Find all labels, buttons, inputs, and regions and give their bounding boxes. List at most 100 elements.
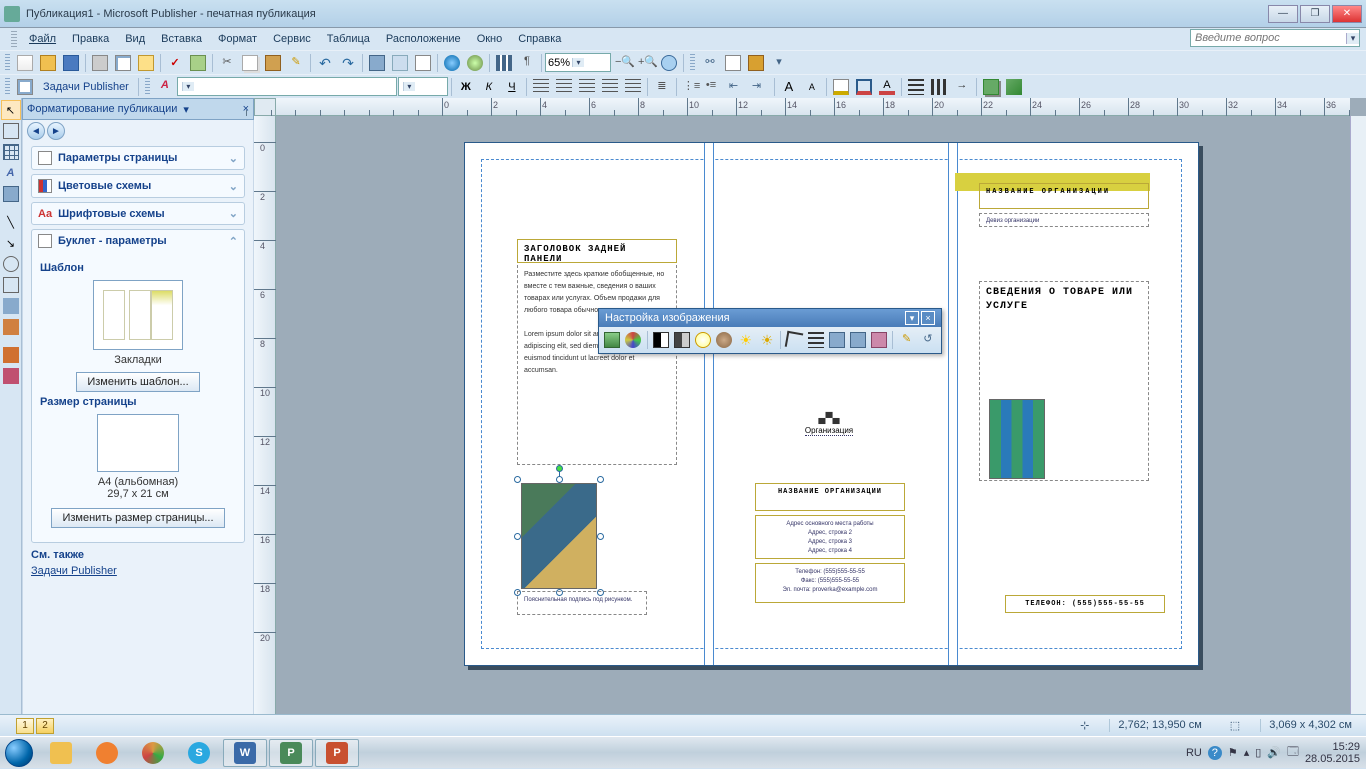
line-style-button[interactable] bbox=[905, 76, 927, 97]
rectangle-tool[interactable] bbox=[1, 275, 21, 295]
crop-button[interactable] bbox=[784, 330, 804, 351]
special-chars-button[interactable]: ¶ bbox=[516, 52, 538, 73]
canvas-area[interactable]: ЗАГОЛОВОК ЗАДНЕЙ ПАНЕЛИ Разместите здесь… bbox=[276, 116, 1350, 720]
help-search-input[interactable] bbox=[1191, 32, 1346, 44]
ruler-vertical[interactable] bbox=[254, 116, 276, 720]
save-button[interactable] bbox=[60, 52, 82, 73]
change-page-size-button[interactable]: Изменить размер страницы... bbox=[51, 508, 224, 528]
zoom-combo[interactable]: 65%▾ bbox=[545, 53, 611, 72]
vertical-scrollbar[interactable] bbox=[1350, 116, 1366, 720]
line-spacing-button[interactable]: ≣ bbox=[651, 76, 673, 97]
line-style-picture-button[interactable] bbox=[805, 330, 825, 351]
toolbar-grip[interactable] bbox=[690, 54, 695, 72]
org-logo[interactable]: ▄▀▄ Организация bbox=[789, 413, 869, 436]
arrow-style-button[interactable]: → bbox=[951, 76, 973, 97]
help-search-box[interactable]: ▾ bbox=[1190, 29, 1360, 47]
font-name-combo[interactable]: ▾ bbox=[177, 77, 397, 96]
undo-button[interactable]: ↶ bbox=[314, 52, 336, 73]
toolbar-grip[interactable] bbox=[11, 31, 17, 47]
justify-button[interactable] bbox=[599, 76, 621, 97]
toolbar-grip[interactable] bbox=[5, 78, 10, 96]
publisher-tasks-icon[interactable] bbox=[14, 76, 36, 97]
start-button[interactable] bbox=[0, 737, 38, 769]
panel3-picture[interactable] bbox=[989, 399, 1045, 479]
org-name-box[interactable]: НАЗВАНИЕ ОРГАНИЗАЦИИ bbox=[755, 483, 905, 511]
distribute-button[interactable] bbox=[622, 76, 644, 97]
brightness-up-icon[interactable]: ☀ bbox=[736, 330, 756, 351]
rotate-handle[interactable] bbox=[556, 465, 563, 472]
pointer-tool[interactable]: ↖ bbox=[1, 100, 21, 120]
numbering-button[interactable]: ⋮≡ bbox=[680, 76, 702, 97]
table-tool[interactable] bbox=[1, 142, 21, 162]
section-color-schemes[interactable]: Цветовые схемы⌄ bbox=[31, 174, 245, 198]
menu-format[interactable]: Формат bbox=[210, 31, 265, 47]
menu-view[interactable]: Вид bbox=[117, 31, 153, 47]
task-pane-forward-button[interactable]: ► bbox=[47, 122, 65, 140]
tray-flag-icon[interactable]: ⚑ bbox=[1228, 746, 1238, 759]
help-search-dropdown[interactable]: ▾ bbox=[1346, 33, 1359, 44]
picture-frame-tool[interactable] bbox=[1, 184, 21, 204]
menu-edit[interactable]: Правка bbox=[64, 31, 117, 47]
ruler-horizontal[interactable] bbox=[276, 98, 1350, 116]
publication-page[interactable]: ЗАГОЛОВОК ЗАДНЕЙ ПАНЕЛИ Разместите здесь… bbox=[464, 142, 1199, 666]
maximize-button[interactable]: ❐ bbox=[1300, 5, 1330, 23]
picture-toolbar-close-button[interactable]: × bbox=[921, 311, 935, 325]
wordart-tool[interactable]: A bbox=[1, 163, 21, 183]
back-panel-text-box[interactable]: Разместите здесь краткие обобщенные, но … bbox=[517, 265, 677, 465]
tray-volume-icon[interactable]: 🔊 bbox=[1267, 746, 1281, 759]
align-right-button[interactable] bbox=[576, 76, 598, 97]
panel3-slogan[interactable]: Девиз организации bbox=[979, 213, 1149, 227]
brightness-down-icon[interactable]: ☀ bbox=[757, 330, 777, 351]
menu-arrange[interactable]: Расположение bbox=[378, 31, 469, 47]
hyperlink-button[interactable]: ⚯ bbox=[699, 52, 721, 73]
section-page-params[interactable]: Параметры страницы⌄ bbox=[31, 146, 245, 170]
menu-window[interactable]: Окно bbox=[469, 31, 511, 47]
template-thumbnail[interactable] bbox=[93, 280, 183, 350]
webpage-preview-button[interactable] bbox=[441, 52, 463, 73]
redo-button[interactable]: ↷ bbox=[337, 52, 359, 73]
open-button[interactable] bbox=[37, 52, 59, 73]
nav-pane-button[interactable] bbox=[745, 52, 767, 73]
new-button[interactable] bbox=[14, 52, 36, 73]
org-address[interactable]: Адрес основного места работы Адрес, стро… bbox=[755, 515, 905, 559]
taskbar-powerpoint[interactable]: P bbox=[315, 739, 359, 767]
taskpane-dropdown-icon[interactable]: ▾ bbox=[183, 103, 189, 116]
toolbar-grip[interactable] bbox=[5, 54, 10, 72]
3d-button[interactable] bbox=[1003, 76, 1025, 97]
see-also-link[interactable]: Задачи Publisher bbox=[31, 565, 245, 577]
print-button[interactable] bbox=[89, 52, 111, 73]
bullets-button[interactable]: •≡ bbox=[703, 76, 725, 97]
picture-toolbar-options-button[interactable]: ▾ bbox=[905, 311, 919, 325]
zoom-in-button[interactable]: +🔍 bbox=[635, 52, 657, 73]
section-booklet-header[interactable]: Буклет - параметры⌃ bbox=[32, 230, 244, 252]
picture-toolbar-titlebar[interactable]: Настройка изображения ▾ × bbox=[599, 309, 941, 327]
copy-button[interactable] bbox=[239, 52, 261, 73]
page-size-thumbnail[interactable] bbox=[97, 414, 179, 472]
toolbar-grip[interactable] bbox=[145, 78, 150, 96]
align-center-button[interactable] bbox=[553, 76, 575, 97]
tray-chevron-icon[interactable]: ▴ bbox=[1244, 746, 1250, 759]
tray-battery-icon[interactable]: 🗔 bbox=[1287, 743, 1299, 762]
mail-button[interactable] bbox=[135, 52, 157, 73]
taskbar-chrome[interactable] bbox=[131, 739, 175, 767]
font-color-button[interactable]: A bbox=[876, 76, 898, 97]
reset-picture-button[interactable]: ↺ bbox=[918, 330, 938, 351]
dash-style-button[interactable] bbox=[928, 76, 950, 97]
tray-time[interactable]: 15:29 bbox=[1305, 741, 1360, 753]
panel3-title-box[interactable]: НАЗВАНИЕ ОРГАНИЗАЦИИ bbox=[979, 183, 1149, 209]
back-panel-heading-box[interactable]: ЗАГОЛОВОК ЗАДНЕЙ ПАНЕЛИ bbox=[517, 239, 677, 263]
tray-language[interactable]: RU bbox=[1186, 747, 1202, 759]
close-button[interactable]: ✕ bbox=[1332, 5, 1362, 23]
bookmark-tool[interactable] bbox=[1, 317, 21, 337]
webtools-more-button[interactable]: ▾ bbox=[768, 52, 790, 73]
research-button[interactable] bbox=[187, 52, 209, 73]
line-tool[interactable]: ╲ bbox=[1, 212, 21, 232]
content-library-tool[interactable] bbox=[1, 366, 21, 386]
section-font-schemes[interactable]: AaШрифтовые схемы⌄ bbox=[31, 202, 245, 225]
taskbar-explorer[interactable] bbox=[39, 739, 83, 767]
recolor-button[interactable] bbox=[623, 330, 643, 351]
picture-toolbar[interactable]: Настройка изображения ▾ × ☀ ☀ ✎ ↺ bbox=[598, 308, 942, 354]
taskbar-publisher[interactable]: P bbox=[269, 739, 313, 767]
master-page-button[interactable] bbox=[412, 52, 434, 73]
shadow-button[interactable] bbox=[980, 76, 1002, 97]
